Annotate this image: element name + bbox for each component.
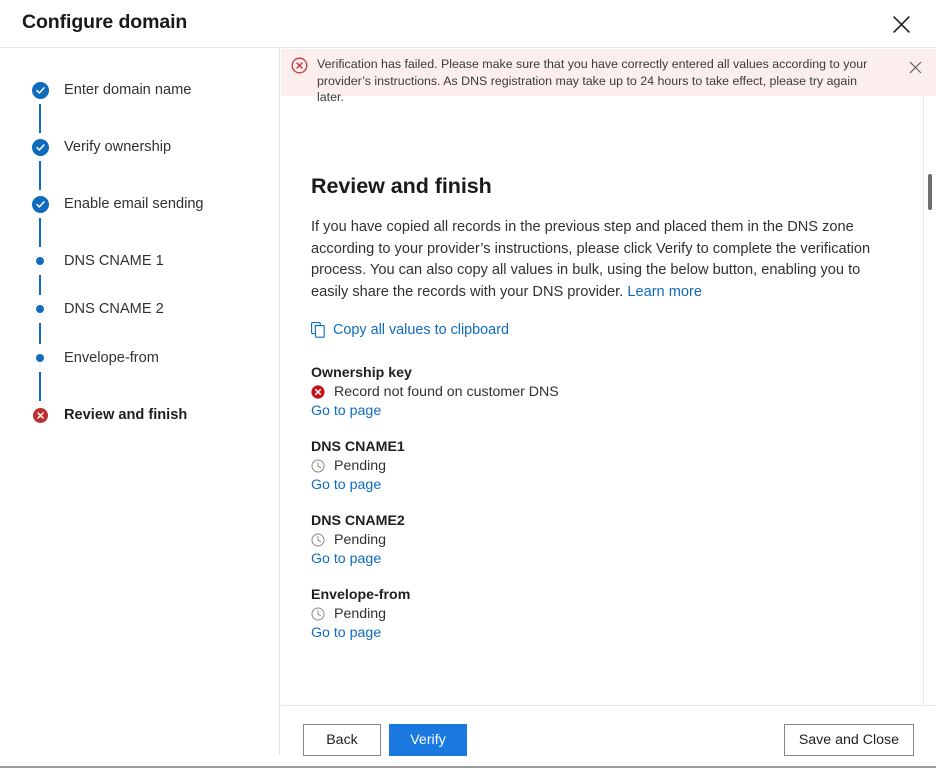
sidebar-step-label: DNS CNAME 2: [64, 301, 164, 317]
learn-more-link[interactable]: Learn more: [627, 284, 702, 300]
description-text: If you have copied all records in the pr…: [311, 219, 870, 300]
record-status-label: Pending: [334, 532, 386, 548]
copy-icon: [311, 322, 326, 338]
content-pane: Verification has failed. Please make sur…: [281, 48, 936, 705]
sidebar-step-dns-cname-1[interactable]: DNS CNAME 1: [30, 251, 260, 271]
record-status: Pending: [311, 606, 936, 622]
sidebar-step-label: DNS CNAME 1: [64, 253, 164, 269]
sidebar-step-envelope-from[interactable]: Envelope-from: [30, 348, 260, 368]
go-to-page-link[interactable]: Go to page: [311, 477, 381, 493]
step-connector: [39, 161, 41, 190]
step-pending-dot-icon: [30, 348, 50, 368]
dialog-titlebar: Configure domain: [0, 0, 936, 48]
step-connector: [39, 372, 41, 401]
copy-all-values-label: Copy all values to clipboard: [333, 322, 509, 338]
close-icon[interactable]: [882, 6, 920, 42]
sidebar-step-label: Envelope-from: [64, 350, 159, 366]
step-pending-dot-icon: [30, 299, 50, 319]
records-list: Ownership key Record not found on custome…: [311, 365, 936, 642]
sidebar-step-label: Enable email sending: [64, 196, 204, 212]
record-status: Pending: [311, 458, 936, 474]
page-title: Configure domain: [22, 11, 187, 34]
sidebar-step-enter-domain-name[interactable]: Enter domain name: [30, 80, 260, 100]
sidebar-step-label: Review and finish: [64, 407, 187, 423]
configure-domain-dialog: Configure domain Enter domain name Verify…: [0, 0, 936, 768]
record-title: DNS CNAME2: [311, 513, 936, 529]
error-banner: Verification has failed. Please make sur…: [281, 49, 936, 96]
step-error-icon: [30, 405, 50, 425]
go-to-page-link[interactable]: Go to page: [311, 551, 381, 567]
section-description: If you have copied all records in the pr…: [311, 217, 882, 303]
dialog-footer: Back Verify Save and Close: [281, 705, 936, 766]
copy-all-values-button[interactable]: Copy all values to clipboard: [311, 322, 509, 338]
sidebar-step-label: Enter domain name: [64, 82, 191, 98]
record-status: Pending: [311, 532, 936, 548]
sidebar-step-verify-ownership[interactable]: Verify ownership: [30, 137, 260, 157]
error-circle-icon: [291, 57, 308, 74]
record-status: Record not found on customer DNS: [311, 384, 936, 400]
record-status-label: Pending: [334, 458, 386, 474]
sidebar-step-label: Verify ownership: [64, 139, 171, 155]
scrollbar-thumb[interactable]: [928, 174, 932, 210]
content-scrollbar[interactable]: [923, 96, 936, 705]
sidebar-step-enable-email-sending[interactable]: Enable email sending: [30, 194, 260, 214]
go-to-page-link[interactable]: Go to page: [311, 625, 381, 641]
step-connector: [39, 104, 41, 133]
save-and-close-button[interactable]: Save and Close: [784, 724, 914, 756]
record-status-label: Record not found on customer DNS: [334, 384, 559, 400]
record-item: Envelope-from Pending Go to page: [311, 587, 936, 642]
record-item: Ownership key Record not found on custome…: [311, 365, 936, 420]
verify-button[interactable]: Verify: [389, 724, 467, 756]
step-connector: [39, 218, 41, 247]
pane-body: Review and finish If you have copied all…: [281, 96, 936, 705]
sidebar-step-review-and-finish[interactable]: Review and finish: [30, 405, 260, 425]
record-item: DNS CNAME1 Pending Go to page: [311, 439, 936, 494]
step-complete-check-icon: [30, 80, 50, 100]
clock-icon: [311, 607, 327, 621]
go-to-page-link[interactable]: Go to page: [311, 403, 381, 419]
banner-dismiss-icon[interactable]: [906, 58, 924, 76]
step-connector: [39, 323, 41, 344]
wizard-stepper: Enter domain name Verify ownership Enable …: [0, 48, 280, 755]
step-connector: [39, 275, 41, 295]
record-title: Envelope-from: [311, 587, 936, 603]
step-complete-check-icon: [30, 194, 50, 214]
record-title: Ownership key: [311, 365, 936, 381]
section-heading: Review and finish: [311, 96, 936, 199]
record-title: DNS CNAME1: [311, 439, 936, 455]
record-status-label: Pending: [334, 606, 386, 622]
back-button[interactable]: Back: [303, 724, 381, 756]
error-filled-icon: [311, 385, 327, 399]
clock-icon: [311, 459, 327, 473]
record-item: DNS CNAME2 Pending Go to page: [311, 513, 936, 568]
sidebar-step-dns-cname-2[interactable]: DNS CNAME 2: [30, 299, 260, 319]
step-pending-dot-icon: [30, 251, 50, 271]
step-complete-check-icon: [30, 137, 50, 157]
clock-icon: [311, 533, 327, 547]
